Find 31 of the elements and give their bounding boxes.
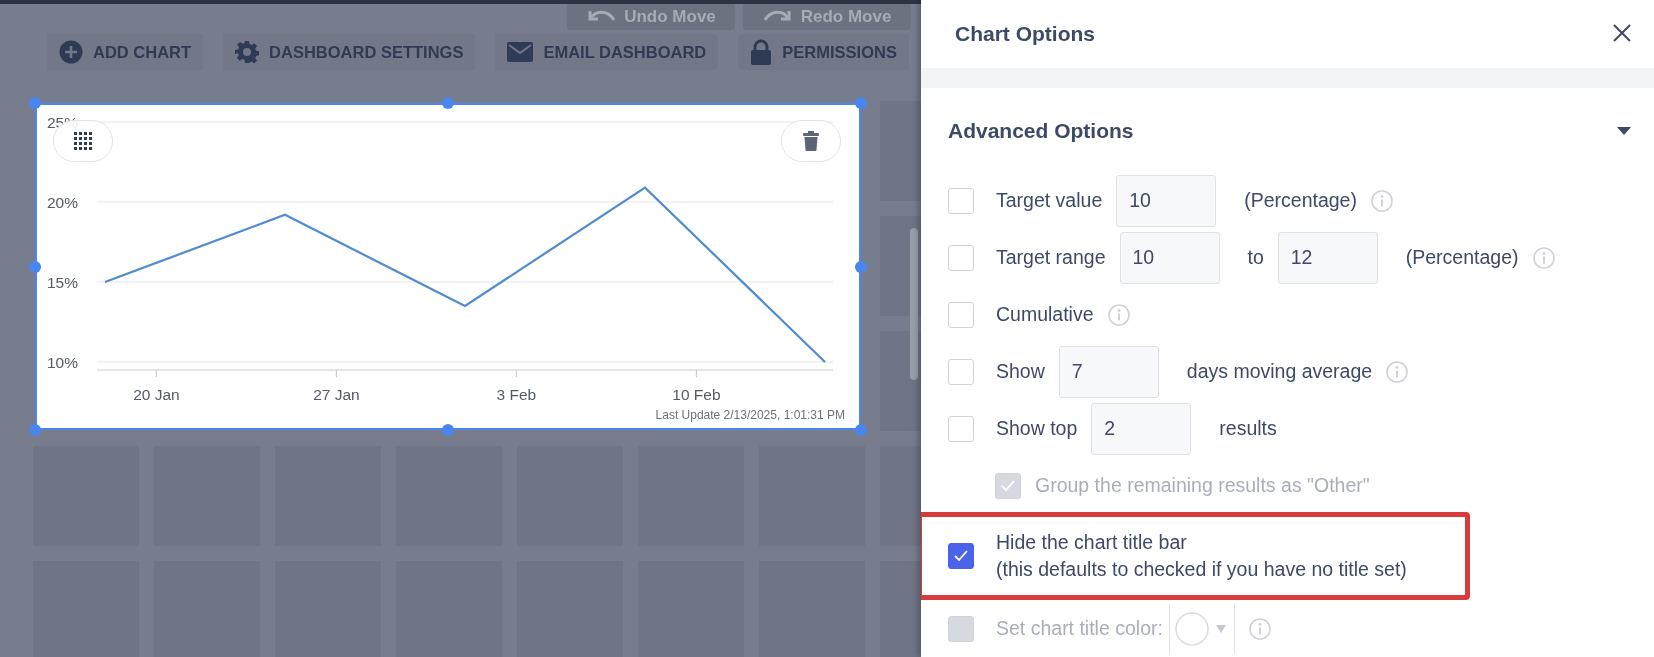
- option-label: to: [1247, 246, 1264, 269]
- option-label: (this defaults to checked if you have no title set): [996, 558, 1407, 581]
- option-label: Target value: [996, 189, 1103, 212]
- option-label: results: [1219, 417, 1277, 440]
- number-input[interactable]: 2: [1091, 402, 1192, 455]
- option-label: (Percentage): [1244, 189, 1357, 212]
- section-title: Advanced Options: [948, 119, 1134, 143]
- number-input[interactable]: 7: [1058, 345, 1159, 398]
- option-label: Hide the chart title bar: [996, 531, 1188, 554]
- panel-title: Chart Options: [955, 22, 1095, 46]
- option-label: Set chart title color:: [996, 617, 1163, 640]
- option-label: Group the remaining results as "Other": [1035, 474, 1370, 497]
- y-axis-label: 15%: [47, 274, 79, 291]
- number-input[interactable]: 10: [1116, 174, 1217, 227]
- option-label: days moving average: [1186, 360, 1373, 383]
- y-axis-label: 25%: [47, 114, 79, 131]
- y-axis-label: 10%: [47, 354, 79, 371]
- x-axis-label: 10 Feb: [672, 386, 721, 403]
- option-label: (Percentage): [1405, 246, 1519, 269]
- x-axis-label: 27 Jan: [313, 386, 360, 403]
- option-label: Show: [996, 360, 1045, 383]
- option-label: Cumulative: [996, 303, 1094, 326]
- y-axis-label: 20%: [47, 194, 79, 211]
- last-update-text: Last Update 2/13/2025, 1:01:31 PM: [655, 408, 845, 422]
- chart-card[interactable]: 10% 15% 20% 25% 20 Jan 27 Jan 3 Feb 10 Feb Last Update 2/13/2025, 1:01:31 PM: [35, 103, 861, 430]
- option-label: Target range: [996, 246, 1106, 269]
- x-axis-label: 3 Feb: [496, 386, 537, 403]
- number-input[interactable]: 12: [1277, 231, 1378, 284]
- x-axis-label: 20 Jan: [133, 386, 180, 403]
- option-label: Show top: [996, 417, 1078, 440]
- number-input[interactable]: 10: [1119, 231, 1220, 284]
